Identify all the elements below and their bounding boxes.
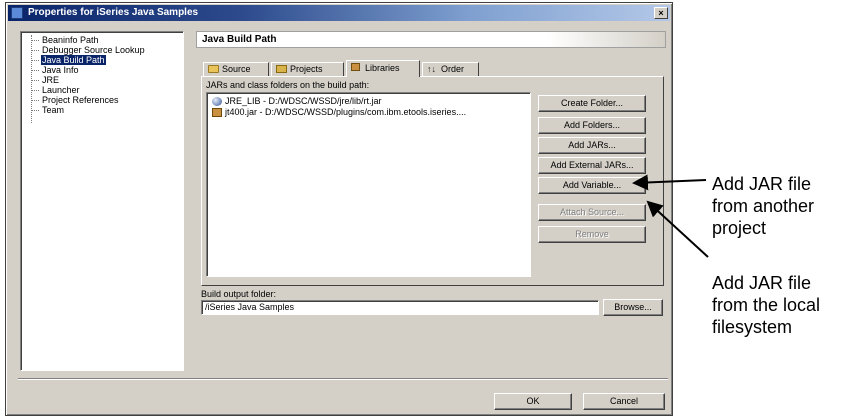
tab-libraries[interactable]: Libraries [346, 60, 420, 77]
arrow-to-add-external-jars [646, 200, 709, 258]
annotation-arrows [632, 174, 709, 258]
arrow-to-add-variable [632, 174, 707, 191]
libraries-icon [351, 63, 360, 71]
